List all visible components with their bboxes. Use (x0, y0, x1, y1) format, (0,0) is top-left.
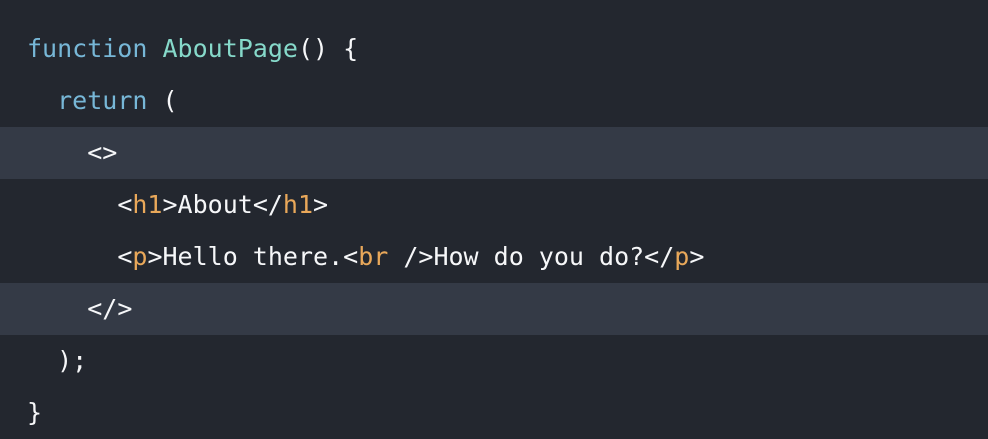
punctuation: ( (147, 86, 178, 115)
fragment-open: <> (87, 138, 118, 167)
jsx-text: How do you do? (433, 242, 645, 271)
code-line-7: ); (0, 335, 988, 387)
angle-open-close: </ (252, 190, 283, 219)
angle-open: < (117, 190, 133, 219)
code-editor: function AboutPage() { return ( <> <h1>A… (0, 0, 988, 439)
code-line-3-highlighted: <> (0, 127, 988, 179)
function-name: AboutPage (162, 34, 298, 63)
tag-name-br: br (358, 242, 389, 271)
closing-brace: } (27, 398, 43, 427)
tag-name-h1: h1 (132, 190, 163, 219)
punctuation: () { (297, 34, 359, 63)
code-line-6-highlighted: </> (0, 283, 988, 335)
punctuation: ); (57, 346, 88, 375)
code-line-2: return ( (0, 75, 988, 127)
angle-open: < (117, 242, 133, 271)
angle-close: > (147, 242, 163, 271)
keyword-function: function (27, 34, 148, 63)
keyword-return: return (57, 86, 148, 115)
tag-name-p: p (132, 242, 148, 271)
self-close: /> (388, 242, 434, 271)
tag-name-p-close: p (674, 242, 690, 271)
angle-open-close: </ (644, 242, 675, 271)
code-line-1: function AboutPage() { (0, 23, 988, 75)
angle-close: > (689, 242, 705, 271)
code-line-4: <h1>About</h1> (0, 179, 988, 231)
code-line-8: } (0, 387, 988, 439)
angle-close: > (162, 190, 178, 219)
jsx-text: About (177, 190, 253, 219)
fragment-close: </> (87, 294, 133, 323)
angle-close: > (313, 190, 329, 219)
jsx-text: Hello there. (162, 242, 344, 271)
code-line-5: <p>Hello there.<br />How do you do?</p> (0, 231, 988, 283)
angle-open: < (343, 242, 359, 271)
tag-name-h1-close: h1 (282, 190, 314, 219)
